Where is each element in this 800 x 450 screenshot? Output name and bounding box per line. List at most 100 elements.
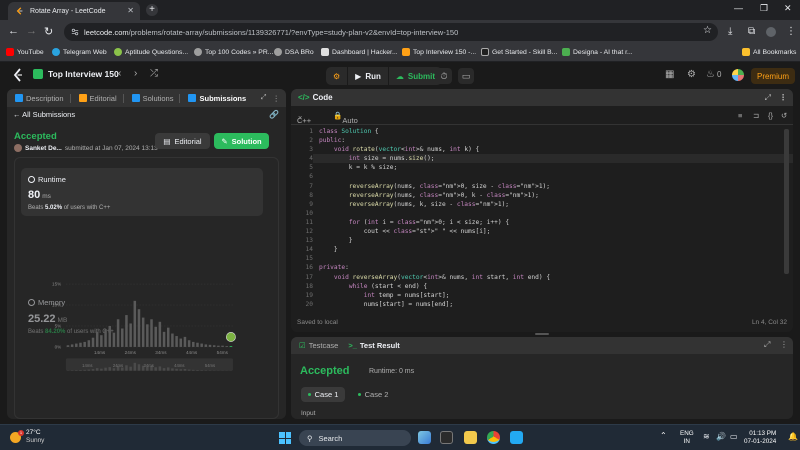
bookmark-youtube[interactable]: YouTube: [6, 48, 44, 56]
histogram-bar[interactable]: [179, 338, 183, 347]
code-more-icon[interactable]: ⋮: [779, 93, 787, 102]
all-bookmarks[interactable]: All Bookmarks: [742, 48, 796, 56]
close-window-icon[interactable]: ✕: [784, 3, 792, 14]
histogram-bar[interactable]: [171, 333, 174, 347]
premium-button[interactable]: Premium: [751, 68, 795, 84]
reload-icon[interactable]: ↻: [44, 25, 53, 38]
extensions-icon[interactable]: ⧉: [748, 26, 755, 37]
battery-icon[interactable]: ▭: [730, 432, 738, 441]
timer-icon[interactable]: ⏱: [436, 68, 452, 84]
bookmark-telegram[interactable]: Telegram Web: [52, 48, 107, 56]
profile-icon[interactable]: [766, 27, 776, 37]
autocomplete-toggle[interactable]: 🔒 Auto: [333, 111, 358, 125]
histogram-bar[interactable]: [146, 324, 149, 347]
histogram-bar[interactable]: [196, 342, 199, 347]
task-view-icon[interactable]: [440, 431, 453, 444]
browser-tab[interactable]: Rotate Array - LeetCode ✕: [8, 2, 140, 20]
back-icon[interactable]: ←: [8, 25, 19, 37]
histogram-bar[interactable]: [225, 346, 228, 347]
histogram-bar[interactable]: [100, 335, 103, 347]
wifi-icon[interactable]: ≋: [703, 432, 710, 441]
histogram-bar[interactable]: [162, 331, 166, 347]
menu-icon[interactable]: ⋮: [786, 26, 796, 37]
notification-icon[interactable]: 🔔: [788, 432, 798, 441]
system-clock[interactable]: 01:13 PM 07-01-2024: [744, 430, 776, 446]
code-editor[interactable]: class Solution {public: void rotate(vect…: [319, 127, 550, 309]
forward-icon[interactable]: →: [26, 25, 37, 37]
taskbar-search[interactable]: ⚲ Search: [299, 430, 411, 446]
histogram-bar[interactable]: [141, 317, 145, 347]
tab-test-result[interactable]: >_ Test Result: [348, 341, 399, 350]
reset-icon[interactable]: ↺: [781, 111, 787, 120]
bookmark-top100[interactable]: Top 100 Codes » PR...: [194, 48, 273, 56]
bookmark-top-interview[interactable]: Top Interview 150 -...: [402, 48, 476, 56]
tab-submissions[interactable]: Submissions: [188, 94, 246, 103]
all-submissions-link[interactable]: ← All Submissions: [13, 110, 75, 119]
histogram-bar[interactable]: [66, 345, 70, 347]
histogram-bar[interactable]: [75, 343, 78, 347]
site-info-icon[interactable]: [71, 28, 79, 36]
histogram-bar[interactable]: [212, 345, 216, 347]
tab-testcase[interactable]: ☑ Testcase: [299, 341, 338, 350]
panel-more-icon[interactable]: ⋮: [273, 94, 281, 103]
streak-icon[interactable]: ♨: [706, 69, 715, 80]
format-icon[interactable]: ≡: [738, 111, 742, 120]
histogram-bar[interactable]: [129, 323, 132, 347]
bookmark-skill[interactable]: Get Started - Skill B...: [481, 48, 557, 56]
test-more-icon[interactable]: ⋮: [780, 340, 788, 349]
shuffle-icon[interactable]: ⤮: [150, 68, 158, 79]
username[interactable]: Sanket De...: [25, 145, 62, 152]
histogram-bar[interactable]: [221, 345, 224, 347]
new-tab-button[interactable]: +: [146, 4, 158, 16]
histogram-bar[interactable]: [229, 346, 233, 347]
user-avatar[interactable]: [732, 69, 744, 81]
histogram-bar[interactable]: [175, 336, 178, 347]
share-link-icon[interactable]: 🔗: [269, 110, 279, 119]
download-icon[interactable]: ⤓: [728, 26, 732, 37]
histogram-bar[interactable]: [192, 341, 195, 347]
minimize-icon[interactable]: —: [734, 3, 743, 13]
histogram-bar[interactable]: [154, 326, 157, 347]
next-problem-icon[interactable]: ›: [134, 68, 137, 79]
histogram-bar[interactable]: [104, 329, 107, 347]
histogram-bar[interactable]: [187, 340, 191, 347]
histogram-bar[interactable]: [112, 332, 116, 347]
histogram-bar[interactable]: [95, 331, 99, 347]
histogram-bar[interactable]: [137, 309, 141, 347]
histogram-bar[interactable]: [87, 340, 91, 347]
histogram-bar[interactable]: [83, 341, 86, 347]
tray-chevron-icon[interactable]: ⌃: [660, 431, 667, 440]
run-button[interactable]: ▶ Run: [347, 67, 389, 85]
histogram-bar[interactable]: [91, 337, 95, 347]
url-bar[interactable]: leetcode.com/problems/rotate-array/submi…: [64, 23, 718, 41]
histogram-bar[interactable]: [166, 327, 170, 347]
histogram-bar[interactable]: [200, 343, 203, 347]
tab-close-icon[interactable]: ✕: [127, 6, 134, 15]
histogram-bar[interactable]: [133, 300, 137, 347]
panel-expand-icon[interactable]: ⤢: [261, 94, 267, 102]
settings-icon[interactable]: ⚙: [687, 69, 696, 80]
language-indicator[interactable]: ENG IN: [680, 430, 694, 446]
file-explorer-icon[interactable]: [464, 431, 477, 444]
debug-button[interactable]: ⚙: [326, 67, 347, 85]
case-2-tab[interactable]: Case 2: [351, 387, 395, 402]
your-submission-marker[interactable]: [226, 332, 236, 342]
leetcode-logo-icon[interactable]: [12, 68, 24, 82]
histogram-bar[interactable]: [183, 336, 187, 347]
bookmark-icon[interactable]: ⊐: [753, 111, 759, 120]
submit-button[interactable]: ☁ Submit: [389, 67, 442, 85]
histogram-bar[interactable]: [158, 321, 162, 347]
bookmark-dsa[interactable]: DSA BRo: [274, 48, 314, 56]
layout-icon[interactable]: ▦: [665, 69, 674, 80]
weather-widget[interactable]: 1 27°C Sunny: [10, 429, 44, 445]
case-1-tab[interactable]: Case 1: [301, 387, 345, 402]
histogram-bar[interactable]: [150, 319, 153, 347]
histogram-bar[interactable]: [79, 342, 82, 347]
volume-icon[interactable]: 🔊: [716, 432, 726, 441]
start-button[interactable]: [279, 432, 291, 444]
language-select[interactable]: C++ ⌄: [297, 111, 311, 125]
copilot-app-icon[interactable]: [418, 431, 431, 444]
runtime-card[interactable]: Runtime 80 ms Beats 5.02% of users with C…: [21, 168, 263, 216]
test-expand-icon[interactable]: ⤢: [764, 340, 770, 350]
histogram-bar[interactable]: [70, 344, 74, 347]
